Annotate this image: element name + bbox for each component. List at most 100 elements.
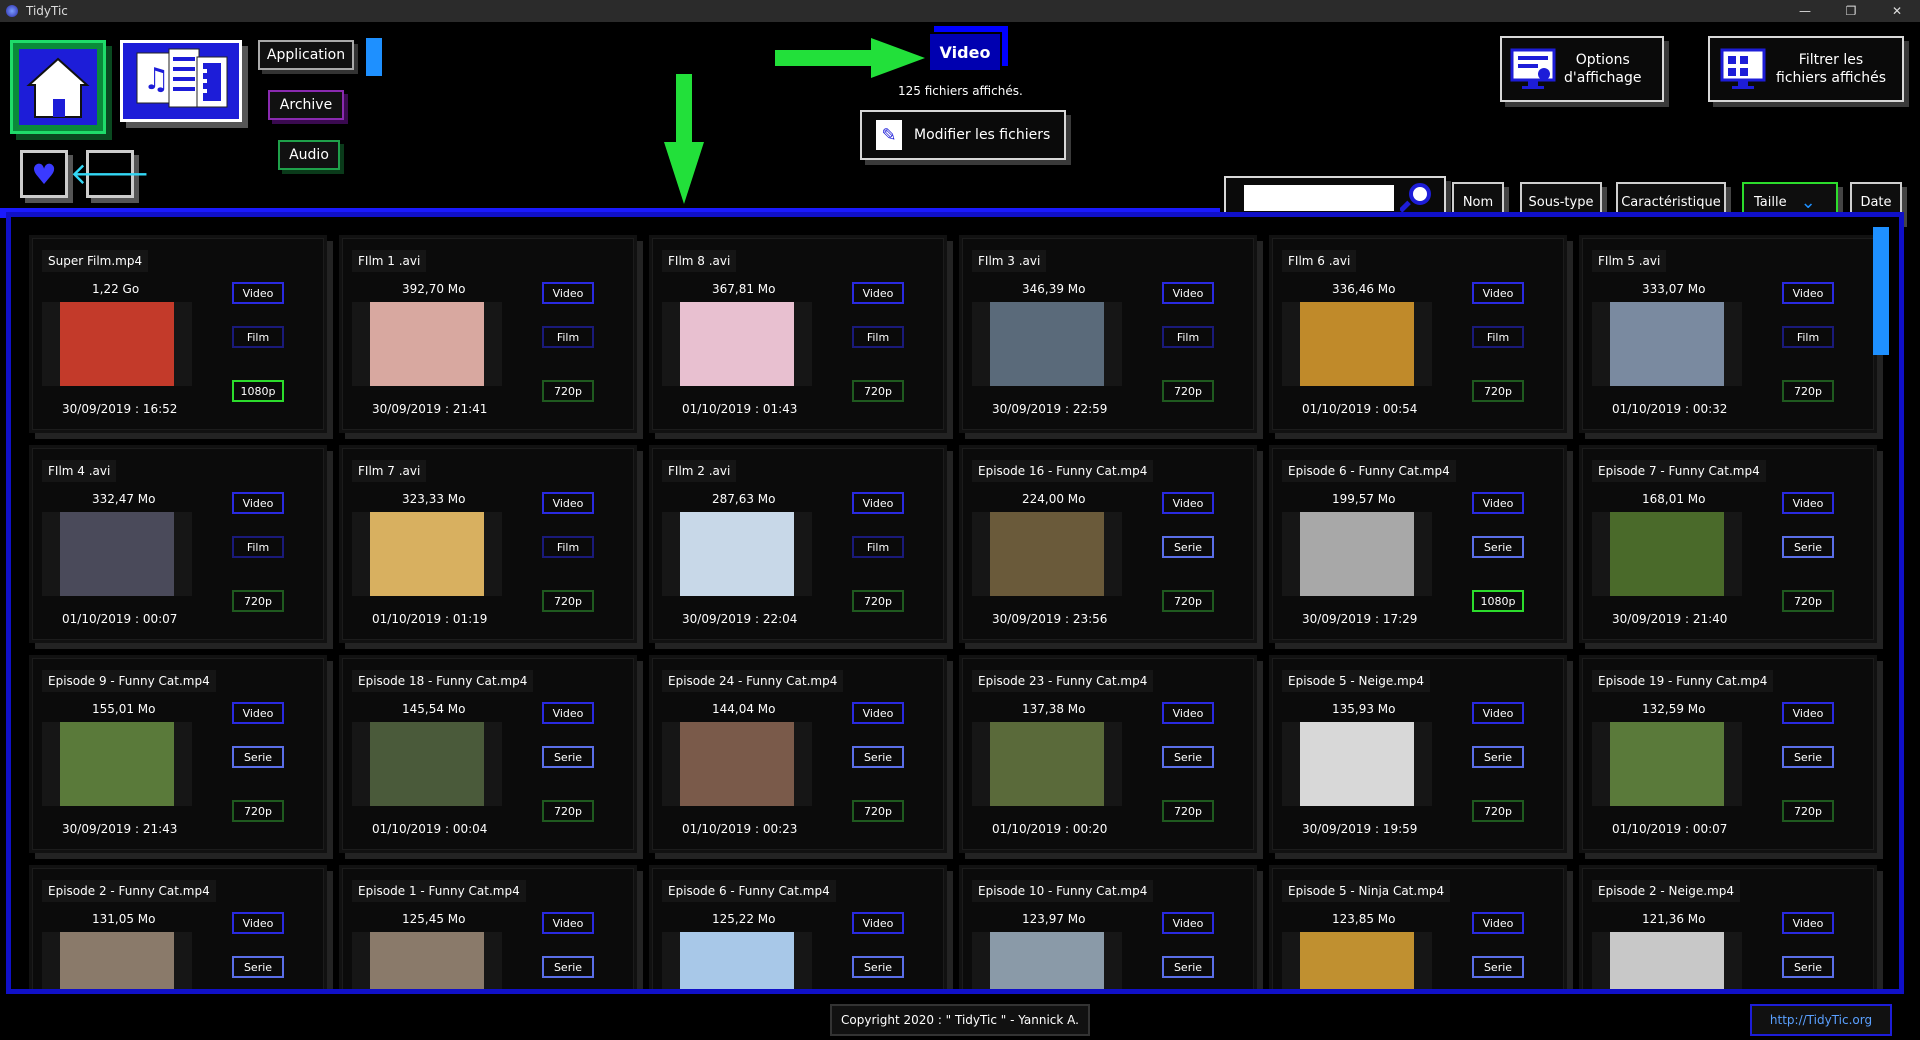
file-card[interactable]: Episode 16 - Funny Cat.mp4 224,00 Mo 30/09… [959, 445, 1257, 643]
home-button[interactable] [10, 40, 106, 134]
file-resolution-badge[interactable]: 720p [542, 590, 594, 612]
file-thumbnail[interactable] [352, 302, 502, 386]
file-type-badge[interactable]: Video [1782, 492, 1834, 514]
file-thumbnail[interactable] [1592, 722, 1742, 806]
file-thumbnail[interactable] [352, 932, 502, 989]
file-subtype-badge[interactable]: Serie [1782, 956, 1834, 978]
file-type-badge[interactable]: Video [1162, 912, 1214, 934]
file-thumbnail[interactable] [42, 722, 192, 806]
media-category-button[interactable]: ♫ [120, 40, 242, 122]
file-subtype-badge[interactable]: Serie [1782, 746, 1834, 768]
file-card[interactable]: Episode 23 - Funny Cat.mp4 137,38 Mo 01/10… [959, 655, 1257, 853]
file-type-badge[interactable]: Video [232, 912, 284, 934]
favorites-button[interactable]: ♥ [20, 150, 68, 198]
file-type-badge[interactable]: Video [1472, 492, 1524, 514]
file-subtype-badge[interactable]: Serie [1472, 956, 1524, 978]
file-subtype-badge[interactable]: Film [852, 326, 904, 348]
file-resolution-badge[interactable]: 720p [1472, 380, 1524, 402]
modify-files-button[interactable]: ✎ Modifier les fichiers [860, 110, 1066, 160]
file-card[interactable]: Episode 6 - Funny Cat.mp4 199,57 Mo 30/09/… [1269, 445, 1567, 643]
file-card[interactable]: Super Film.mp4 1,22 Go 30/09/2019 : 16:52 V… [29, 235, 327, 433]
file-card[interactable]: Episode 19 - Funny Cat.mp4 132,59 Mo 01/10… [1579, 655, 1877, 853]
file-type-badge[interactable]: Video [542, 702, 594, 724]
scrollbar-thumb[interactable] [1873, 227, 1889, 355]
file-type-badge[interactable]: Video [852, 912, 904, 934]
archive-button[interactable]: Archive [268, 90, 344, 120]
file-subtype-badge[interactable]: Film [1472, 326, 1524, 348]
file-type-badge[interactable]: Video [1162, 282, 1214, 304]
application-button[interactable]: Application [258, 40, 354, 70]
file-type-badge[interactable]: Video [232, 492, 284, 514]
file-thumbnail[interactable] [42, 932, 192, 989]
file-resolution-badge[interactable]: 720p [542, 800, 594, 822]
file-thumbnail[interactable] [1282, 932, 1432, 989]
file-type-badge[interactable]: Video [852, 282, 904, 304]
file-card[interactable]: FIlm 8 .avi 367,81 Mo 01/10/2019 : 01:43 Vi… [649, 235, 947, 433]
file-subtype-badge[interactable]: Film [542, 536, 594, 558]
file-resolution-badge[interactable]: 720p [1782, 380, 1834, 402]
file-resolution-badge[interactable]: 720p [232, 590, 284, 612]
file-subtype-badge[interactable]: Serie [542, 956, 594, 978]
file-resolution-badge[interactable]: 720p [852, 590, 904, 612]
file-type-badge[interactable]: Video [232, 702, 284, 724]
file-thumbnail[interactable] [42, 512, 192, 596]
file-card[interactable]: Episode 5 - Neige.mp4 135,93 Mo 30/09/2019… [1269, 655, 1567, 853]
file-subtype-badge[interactable]: Serie [542, 746, 594, 768]
file-card[interactable]: FIlm 1 .avi 392,70 Mo 30/09/2019 : 21:41 Vi… [339, 235, 637, 433]
file-subtype-badge[interactable]: Serie [852, 746, 904, 768]
file-resolution-badge[interactable]: 720p [1472, 800, 1524, 822]
file-resolution-badge[interactable]: 1080p [1472, 590, 1524, 612]
file-resolution-badge[interactable]: 720p [1782, 590, 1834, 612]
file-subtype-badge[interactable]: Serie [1472, 536, 1524, 558]
file-thumbnail[interactable] [1282, 302, 1432, 386]
file-resolution-badge[interactable]: 720p [852, 800, 904, 822]
file-subtype-badge[interactable]: Film [1162, 326, 1214, 348]
audio-button[interactable]: Audio [278, 140, 340, 170]
file-card[interactable]: FIlm 2 .avi 287,63 Mo 30/09/2019 : 22:04 Vi… [649, 445, 947, 643]
file-type-badge[interactable]: Video [542, 492, 594, 514]
file-card[interactable]: Episode 18 - Funny Cat.mp4 145,54 Mo 01/10… [339, 655, 637, 853]
file-thumbnail[interactable] [1592, 512, 1742, 596]
file-thumbnail[interactable] [662, 512, 812, 596]
back-button[interactable]: 🡐 [70, 150, 150, 198]
file-type-badge[interactable]: Video [542, 282, 594, 304]
search-icon[interactable] [1400, 181, 1434, 215]
file-type-badge[interactable]: Video [232, 282, 284, 304]
file-resolution-badge[interactable]: 720p [1162, 800, 1214, 822]
category-video-button[interactable]: Video [928, 32, 1002, 72]
file-type-badge[interactable]: Video [1472, 702, 1524, 724]
file-subtype-badge[interactable]: Film [232, 326, 284, 348]
file-subtype-badge[interactable]: Serie [1162, 536, 1214, 558]
search-input[interactable] [1244, 185, 1394, 211]
file-subtype-badge[interactable]: Film [232, 536, 284, 558]
file-type-badge[interactable]: Video [542, 912, 594, 934]
file-resolution-badge[interactable]: 720p [1162, 590, 1214, 612]
file-card[interactable]: FIlm 6 .avi 336,46 Mo 01/10/2019 : 00:54 Vi… [1269, 235, 1567, 433]
file-card[interactable]: Episode 7 - Funny Cat.mp4 168,01 Mo 30/09/… [1579, 445, 1877, 643]
file-resolution-badge[interactable]: 1080p [232, 380, 284, 402]
file-thumbnail[interactable] [972, 932, 1122, 989]
file-type-badge[interactable]: Video [852, 492, 904, 514]
file-type-badge[interactable]: Video [1782, 282, 1834, 304]
file-card[interactable]: FIlm 3 .avi 346,39 Mo 30/09/2019 : 22:59 Vi… [959, 235, 1257, 433]
file-thumbnail[interactable] [352, 512, 502, 596]
file-type-badge[interactable]: Video [1782, 702, 1834, 724]
file-subtype-badge[interactable]: Serie [1472, 746, 1524, 768]
file-thumbnail[interactable] [1282, 722, 1432, 806]
file-resolution-badge[interactable]: 720p [1782, 800, 1834, 822]
file-subtype-badge[interactable]: Film [542, 326, 594, 348]
file-thumbnail[interactable] [352, 722, 502, 806]
file-thumbnail[interactable] [972, 512, 1122, 596]
file-thumbnail[interactable] [662, 302, 812, 386]
close-button[interactable]: ✕ [1874, 0, 1920, 22]
file-subtype-badge[interactable]: Serie [232, 956, 284, 978]
file-type-badge[interactable]: Video [1782, 912, 1834, 934]
file-type-badge[interactable]: Video [852, 702, 904, 724]
file-thumbnail[interactable] [972, 722, 1122, 806]
file-thumbnail[interactable] [1592, 302, 1742, 386]
file-card[interactable]: FIlm 5 .avi 333,07 Mo 01/10/2019 : 00:32 Vi… [1579, 235, 1877, 433]
file-type-badge[interactable]: Video [1162, 702, 1214, 724]
file-subtype-badge[interactable]: Serie [852, 956, 904, 978]
restore-button[interactable]: ❐ [1828, 0, 1874, 22]
file-thumbnail[interactable] [662, 722, 812, 806]
